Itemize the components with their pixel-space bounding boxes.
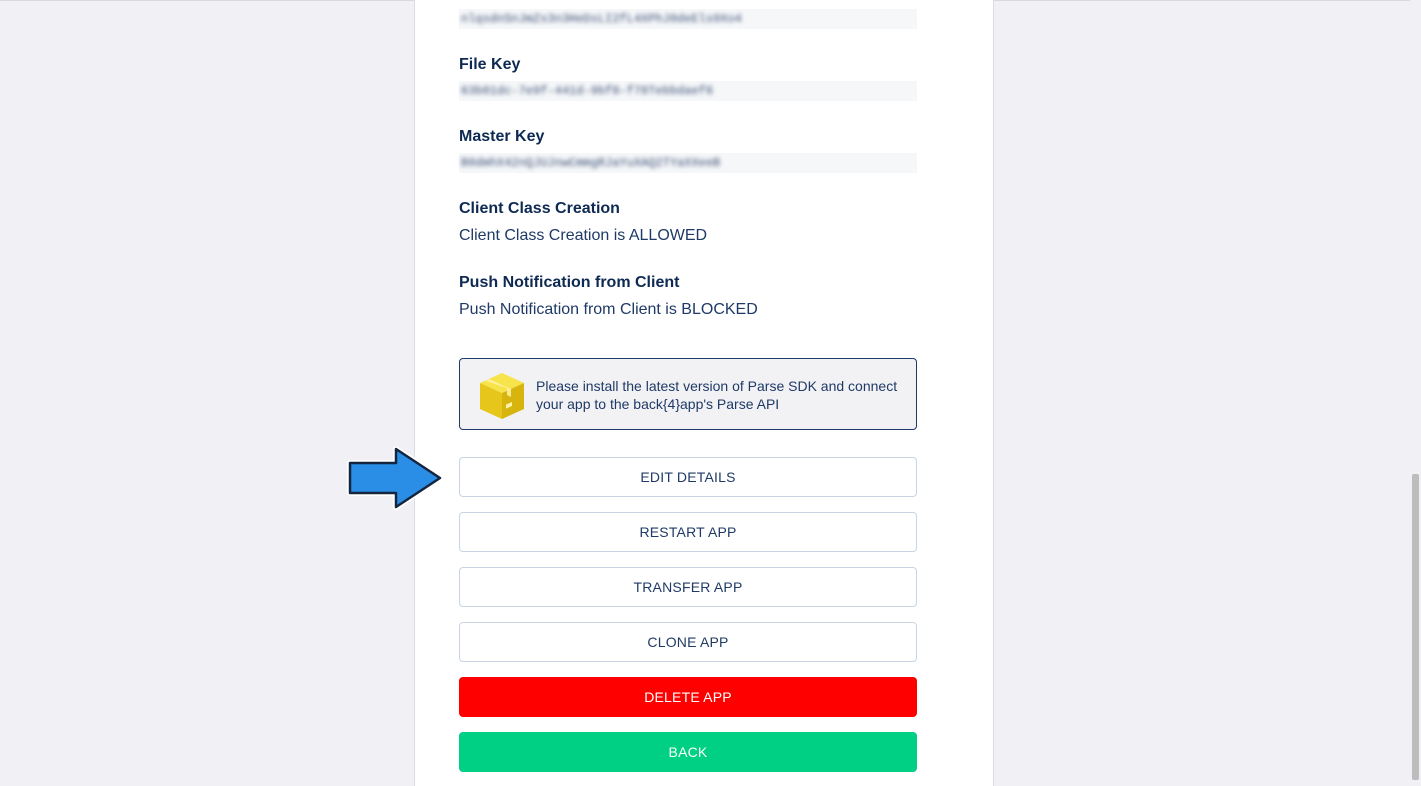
- back-button[interactable]: BACK: [459, 732, 917, 772]
- page-scrollbar-thumb[interactable]: [1412, 474, 1419, 780]
- app-details-panel: nlqsdnSnJmZs3n3HeDsLI2fL4XPhJ0deEls9Xo4 …: [414, 0, 994, 786]
- sdk-notice: Please install the latest version of Par…: [459, 358, 917, 430]
- pointer-arrow-icon: [347, 446, 443, 510]
- sdk-notice-text: Please install the latest version of Par…: [536, 378, 898, 412]
- master-key-value-box: B0dmhX42nQJUJnwCmmgRJaYuXAQ2TYaXXeeB: [459, 153, 917, 173]
- file-key-value-box: 63b01dc-7e9f-441d-9bf8-f78Tebbdaef6: [459, 81, 917, 101]
- delete-app-button[interactable]: DELETE APP: [459, 677, 917, 717]
- transfer-app-button[interactable]: TRANSFER APP: [459, 567, 917, 607]
- file-key-label: File Key: [459, 56, 521, 73]
- package-box-icon: [480, 373, 524, 419]
- edit-details-button[interactable]: EDIT DETAILS: [459, 457, 917, 497]
- client-key-value: nlqsdnSnJmZs3n3HeDsLI2fL4XPhJ0deEls9Xo4: [461, 12, 742, 26]
- file-key-value: 63b01dc-7e9f-441d-9bf8-f78Tebbdaef6: [461, 84, 714, 98]
- client-class-creation-label: Client Class Creation: [459, 200, 620, 217]
- master-key-label: Master Key: [459, 128, 545, 145]
- push-notification-value: Push Notification from Client is BLOCKED: [459, 301, 758, 318]
- clone-app-button[interactable]: CLONE APP: [459, 622, 917, 662]
- client-key-value-box: nlqsdnSnJmZs3n3HeDsLI2fL4XPhJ0deEls9Xo4: [459, 9, 917, 29]
- restart-app-button[interactable]: RESTART APP: [459, 512, 917, 552]
- master-key-value: B0dmhX42nQJUJnwCmmgRJaYuXAQ2TYaXXeeB: [461, 156, 721, 170]
- push-notification-label: Push Notification from Client: [459, 274, 680, 291]
- client-class-creation-value: Client Class Creation is ALLOWED: [459, 227, 708, 244]
